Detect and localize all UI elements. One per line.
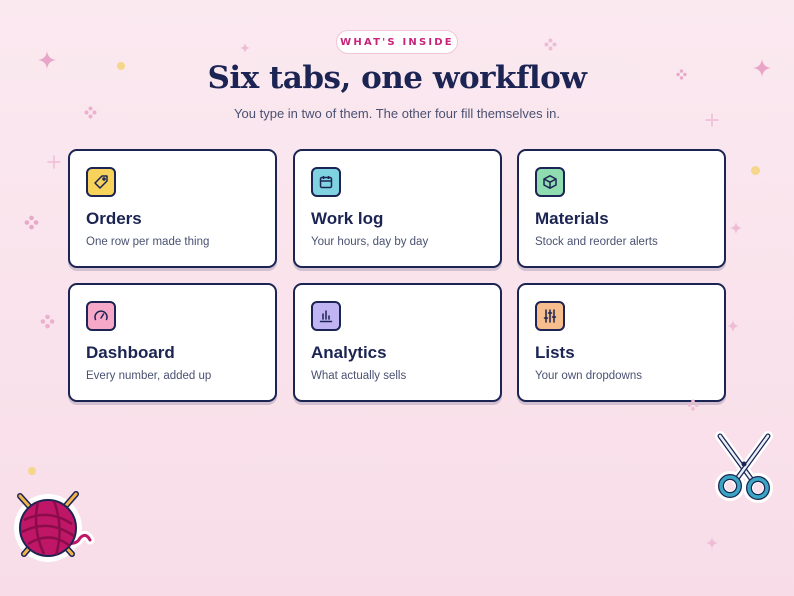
card-description: Stock and reorder alerts (535, 236, 658, 248)
card-description: Your own dropdowns (535, 370, 642, 382)
section-badge: WHAT'S INSIDE (336, 30, 458, 54)
card-title: Lists (535, 343, 575, 362)
yellow-dot (751, 166, 760, 175)
card-description: Your hours, day by day (311, 236, 429, 248)
card-description: Every number, added up (86, 370, 212, 382)
scissors-icon (715, 431, 773, 503)
card-title: Dashboard (86, 343, 175, 362)
card-title: Orders (86, 209, 142, 228)
dot-cluster-icon (676, 69, 687, 80)
dot-cluster-icon (544, 38, 557, 51)
sparkle-icon (730, 222, 742, 234)
sparkle-icon (727, 320, 739, 332)
dot-cluster-icon (40, 314, 55, 329)
plus-sparkle-icon (47, 155, 61, 169)
sliders-icon (535, 301, 565, 331)
sparkle-icon (240, 43, 250, 53)
tag-icon (86, 167, 116, 197)
plus-sparkle-icon (705, 113, 719, 127)
yellow-dot (28, 467, 36, 475)
calendar-icon (311, 167, 341, 197)
card-materials[interactable]: Materials Stock and reorder alerts (517, 149, 726, 268)
card-description: What actually sells (311, 370, 407, 382)
gauge-icon (86, 301, 116, 331)
yarn-ball-icon (14, 491, 95, 562)
card-analytics[interactable]: Analytics What actually sells (293, 283, 502, 402)
card-title: Materials (535, 209, 609, 228)
sparkle-icon (706, 537, 718, 549)
card-orders[interactable]: Orders One row per made thing (68, 149, 277, 268)
page-subtitle: You type in two of them. The other four … (234, 106, 560, 121)
sparkle-icon (753, 59, 771, 77)
dot-cluster-icon (687, 399, 699, 411)
card-lists[interactable]: Lists Your own dropdowns (517, 283, 726, 402)
box-icon (535, 167, 565, 197)
dot-cluster-icon (84, 106, 97, 119)
card-work-log[interactable]: Work log Your hours, day by day (293, 149, 502, 268)
card-description: One row per made thing (86, 236, 210, 248)
card-title: Analytics (311, 343, 387, 362)
dot-cluster-icon (24, 215, 39, 230)
yellow-dot (117, 62, 125, 70)
bar-chart-icon (311, 301, 341, 331)
card-title: Work log (311, 209, 384, 228)
card-dashboard[interactable]: Dashboard Every number, added up (68, 283, 277, 402)
sparkle-icon (38, 51, 56, 69)
